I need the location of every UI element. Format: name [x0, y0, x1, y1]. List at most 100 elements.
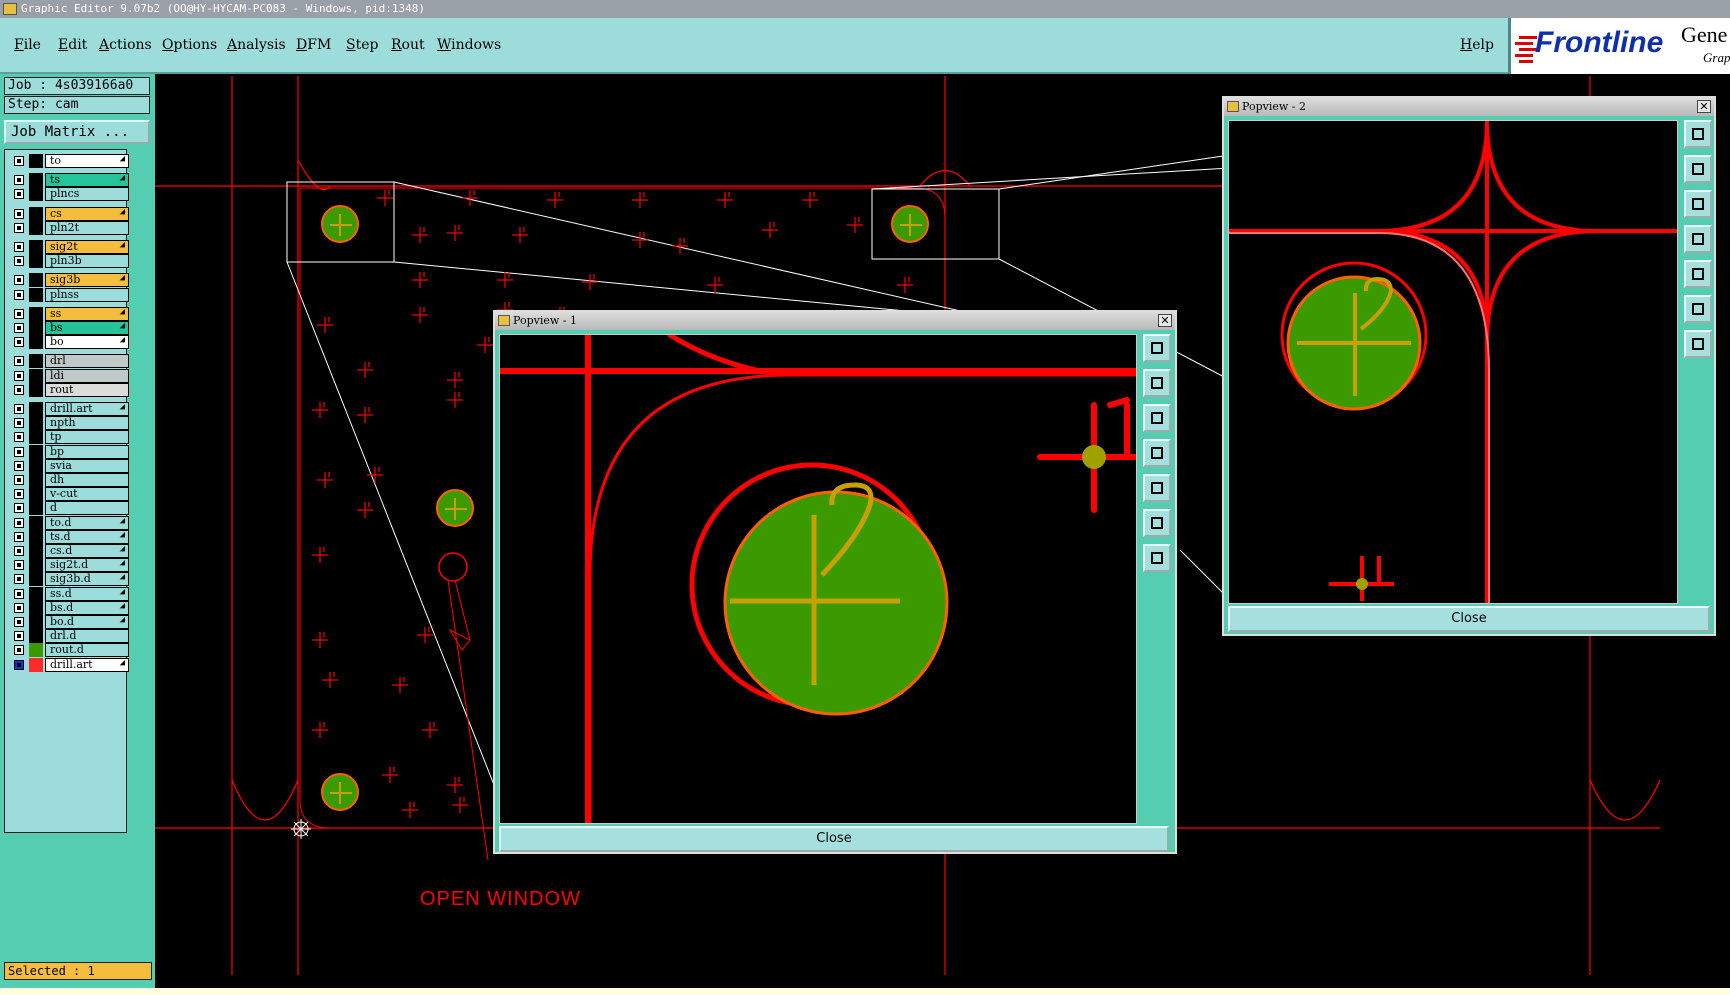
- layer-color-swatch[interactable]: [29, 220, 43, 235]
- layer-color-swatch[interactable]: [29, 254, 43, 269]
- layer-name[interactable]: bs.d: [45, 600, 129, 615]
- layer-row[interactable]: sig2t ◢: [9, 240, 129, 254]
- layer-checkbox[interactable]: [14, 602, 24, 613]
- layer-color-swatch[interactable]: [29, 154, 43, 168]
- layer-name[interactable]: bo: [45, 335, 129, 350]
- popview-2-close-icon[interactable]: ✕: [1697, 100, 1711, 113]
- popview-2-zoom-out-icon[interactable]: [1684, 330, 1712, 358]
- layer-name[interactable]: ldi: [45, 368, 129, 383]
- layer-checkbox[interactable]: [14, 337, 24, 348]
- layer-name[interactable]: sig3b: [45, 273, 129, 288]
- layer-checkbox[interactable]: [14, 418, 24, 429]
- layer-row[interactable]: d: [9, 501, 129, 516]
- layer-row[interactable]: drl: [9, 354, 129, 369]
- layer-checkbox[interactable]: [14, 617, 24, 627]
- layer-row[interactable]: drill.art ◢: [9, 402, 129, 416]
- layer-checkbox[interactable]: [14, 489, 24, 500]
- layer-row[interactable]: bs ◢: [9, 321, 129, 335]
- layer-row[interactable]: cs.d ◢: [9, 544, 129, 558]
- layer-checkbox[interactable]: [14, 475, 24, 485]
- menu-file[interactable]: File: [14, 37, 41, 53]
- popview-1-canvas[interactable]: [499, 334, 1137, 824]
- layer-name[interactable]: plncs: [45, 187, 129, 202]
- layer-checkbox[interactable]: [14, 356, 24, 367]
- layer-row[interactable]: pln3b: [9, 254, 129, 269]
- layer-checkbox[interactable]: [14, 574, 24, 585]
- layer-checkbox[interactable]: [14, 546, 24, 556]
- layer-checkbox[interactable]: [14, 631, 24, 642]
- layer-row[interactable]: pln2t: [9, 220, 129, 235]
- layer-row[interactable]: sig3b.d ◢: [9, 572, 129, 587]
- layer-color-swatch[interactable]: [29, 544, 43, 558]
- layer-row[interactable]: ldi: [9, 368, 129, 383]
- layer-row[interactable]: sig2t.d ◢: [9, 558, 129, 573]
- layer-row[interactable]: npth: [9, 416, 129, 431]
- layer-color-swatch[interactable]: [29, 206, 43, 221]
- layer-checkbox[interactable]: [14, 384, 24, 395]
- menu-dfm[interactable]: DFM: [296, 37, 331, 53]
- layer-name[interactable]: ts.d: [45, 529, 129, 544]
- layer-row[interactable]: svia: [9, 458, 129, 473]
- layer-color-swatch[interactable]: [29, 444, 43, 459]
- menu-edit[interactable]: Edit: [58, 37, 87, 53]
- layer-row[interactable]: to.d ◢: [9, 515, 129, 530]
- layer-color-swatch[interactable]: [29, 643, 43, 658]
- layer-row[interactable]: ss ◢: [9, 306, 129, 321]
- layer-checkbox[interactable]: [14, 560, 24, 571]
- layer-name[interactable]: sig3b.d: [45, 572, 129, 587]
- popview-2-titlebar[interactable]: Popview - 2 ✕: [1224, 98, 1714, 116]
- popview-1-pan-left-icon[interactable]: [1143, 439, 1171, 467]
- layer-checkbox[interactable]: [14, 460, 24, 471]
- layer-name[interactable]: drl.d: [45, 629, 129, 644]
- layer-checkbox[interactable]: [14, 189, 24, 200]
- layer-color-swatch[interactable]: [29, 416, 43, 431]
- menu-windows[interactable]: Windows: [437, 37, 501, 53]
- layer-name[interactable]: cs.d: [45, 544, 129, 558]
- layer-color-swatch[interactable]: [29, 335, 43, 350]
- layer-name[interactable]: drl: [45, 354, 129, 369]
- layer-checkbox[interactable]: [14, 275, 24, 286]
- layer-row[interactable]: bs.d ◢: [9, 600, 129, 615]
- layer-color-swatch[interactable]: [29, 657, 43, 672]
- layer-checkbox[interactable]: [14, 404, 24, 414]
- layer-color-swatch[interactable]: [29, 600, 43, 615]
- layer-row[interactable]: ss.d ◢: [9, 586, 129, 601]
- layer-name[interactable]: ss: [45, 306, 129, 321]
- popview-1-pan-right-icon[interactable]: [1143, 474, 1171, 502]
- layer-color-swatch[interactable]: [29, 321, 43, 335]
- layer-color-swatch[interactable]: [29, 306, 43, 321]
- layer-name[interactable]: ts: [45, 173, 129, 188]
- layer-color-swatch[interactable]: [29, 368, 43, 383]
- layer-color-swatch[interactable]: [29, 430, 43, 445]
- layer-checkbox[interactable]: [14, 503, 24, 514]
- popview-1-zoom-in-icon[interactable]: [1143, 509, 1171, 537]
- layer-color-swatch[interactable]: [29, 629, 43, 644]
- layer-name[interactable]: to: [45, 154, 129, 168]
- layer-name[interactable]: tp: [45, 430, 129, 445]
- layer-color-swatch[interactable]: [29, 529, 43, 544]
- layer-color-swatch[interactable]: [29, 240, 43, 254]
- layer-checkbox[interactable]: [14, 645, 24, 656]
- menu-analysis[interactable]: Analysis: [227, 37, 286, 53]
- layer-name[interactable]: sig2t: [45, 240, 129, 254]
- layer-row[interactable]: plncs: [9, 187, 129, 202]
- popview-2-pan-up-icon[interactable]: [1684, 155, 1712, 183]
- layer-color-swatch[interactable]: [29, 187, 43, 202]
- layer-row[interactable]: rout.d: [9, 643, 129, 658]
- layer-row[interactable]: drill.art ◢: [9, 657, 129, 672]
- layer-color-swatch[interactable]: [29, 173, 43, 188]
- layer-checkbox[interactable]: [14, 156, 24, 166]
- layer-name[interactable]: rout: [45, 382, 129, 397]
- layer-color-swatch[interactable]: [29, 354, 43, 369]
- layer-checkbox[interactable]: [14, 588, 24, 599]
- popview-1-titlebar[interactable]: Popview - 1 ✕: [495, 312, 1175, 330]
- layer-name[interactable]: ss.d: [45, 586, 129, 601]
- layer-name[interactable]: pln2t: [45, 220, 129, 235]
- layer-row[interactable]: sig3b ◢: [9, 273, 129, 288]
- layer-checkbox[interactable]: [14, 256, 24, 267]
- layer-name[interactable]: drill.art: [45, 657, 129, 672]
- popview-1-close-button[interactable]: Close: [499, 826, 1169, 852]
- layer-checkbox[interactable]: [14, 222, 24, 233]
- menu-help[interactable]: Help: [1460, 37, 1494, 53]
- layer-name[interactable]: d: [45, 501, 129, 516]
